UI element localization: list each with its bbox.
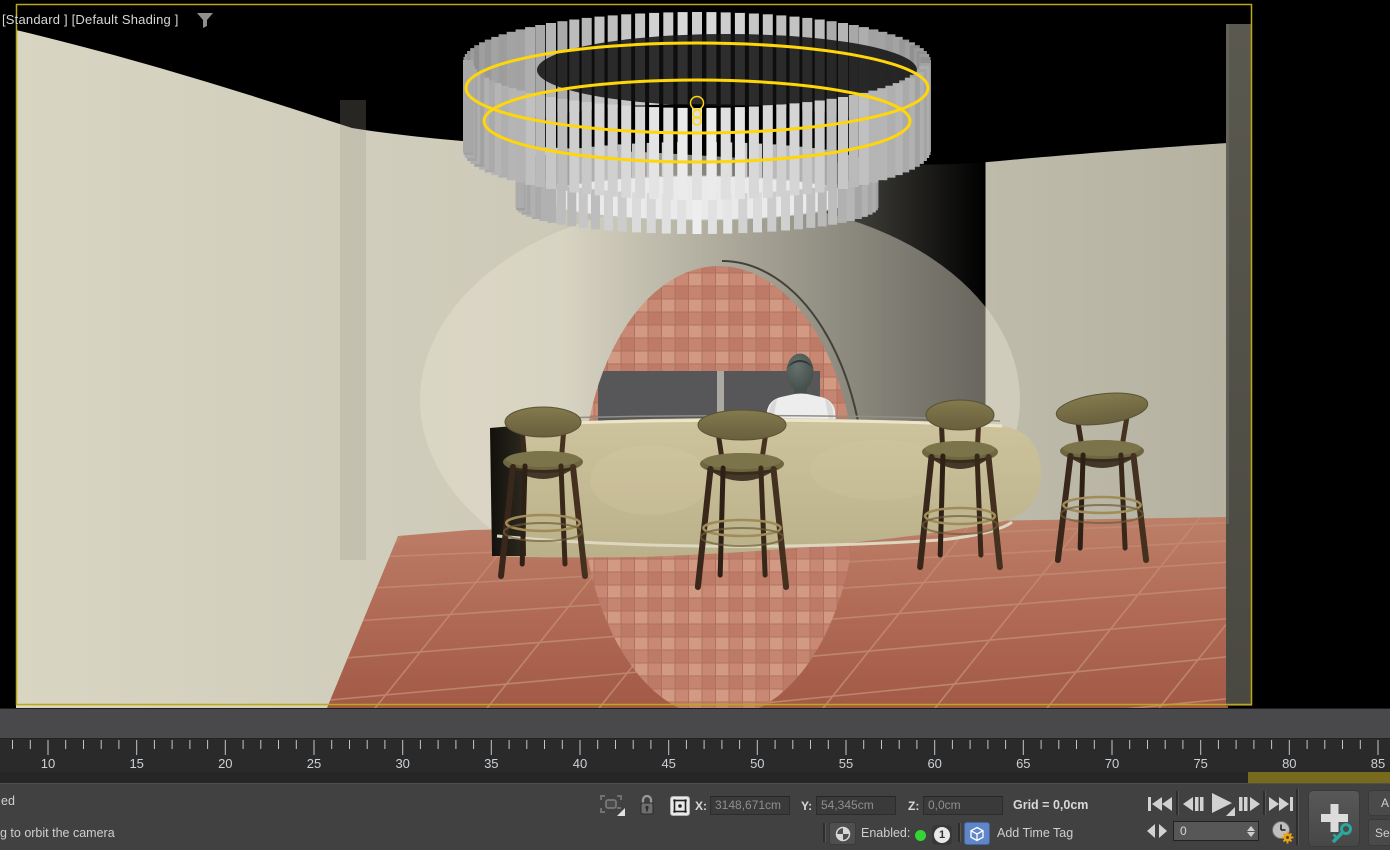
set-key-button[interactable]: Se [1368,819,1390,846]
enabled-label: Enabled: [861,826,910,840]
y-coordinate-label: Y: [801,799,812,813]
separator [1176,791,1179,815]
cube-icon [969,826,985,842]
svg-text:60: 60 [927,756,941,771]
play-button[interactable] [1206,790,1238,818]
enabled-shield-button[interactable] [829,822,856,845]
enabled-status-dot [915,830,926,841]
svg-text:35: 35 [484,756,498,771]
separator [823,823,826,842]
time-configuration-button[interactable] [1270,820,1295,844]
y-coordinate-field[interactable]: 54,345cm [816,796,896,815]
viewport-label: [Standard ] [Default Shading ] [2,12,179,27]
application-window: [Standard ] [Default Shading ] 101520253… [0,0,1390,850]
frame-spinner-arrows[interactable] [1244,822,1258,840]
prompt-line: g to orbit the camera [0,826,115,840]
viewport-label-shading[interactable]: [Default Shading ] [72,12,179,27]
svg-text:75: 75 [1193,756,1207,771]
set-keys-button[interactable] [1308,790,1360,847]
spin-down-icon[interactable] [1247,832,1255,837]
x-coordinate-label: X: [695,799,707,813]
separator [1296,789,1299,845]
current-frame-value[interactable]: 0 [1174,824,1244,838]
enabled-shield-icon [835,826,851,842]
track-bar[interactable] [0,772,1390,783]
scene-chandelier [463,12,931,234]
isolate-selection-icon[interactable] [600,795,626,817]
funnel-icon[interactable] [196,12,214,30]
svg-text:20: 20 [218,756,232,771]
separator [958,823,961,842]
current-frame-spinner[interactable]: 0 [1173,821,1259,841]
svg-text:50: 50 [750,756,764,771]
set-key-label: Se [1375,826,1390,840]
time-slider-band[interactable] [0,708,1390,739]
auto-key-label: A [1381,796,1389,810]
x-coordinate-field[interactable]: 3148,671cm [710,796,790,815]
timeline-range-strip [1248,772,1390,783]
absolute-mode-icon[interactable] [670,796,690,816]
count-badge[interactable]: 1 [932,825,952,845]
go-to-start-button[interactable] [1146,792,1174,816]
svg-text:30: 30 [395,756,409,771]
time-tag-cube-button[interactable] [964,822,990,845]
timeline-ruler[interactable]: 10 15 20 25 30 35 40 45 50 55 60 65 70 75 80 85 [0,739,1390,772]
svg-text:15: 15 [129,756,143,771]
viewport-label-standard[interactable]: [Standard ] [2,12,68,27]
svg-text:40: 40 [573,756,587,771]
svg-text:85: 85 [1371,756,1385,771]
status-message-line1: ed [1,794,15,808]
grid-size-readout: Grid = 0,0cm [1013,798,1088,812]
next-frame-button[interactable] [1238,792,1262,816]
status-bar: ed g to orbit the camera X: 3148,671cm Y… [0,783,1390,850]
go-to-end-button[interactable] [1267,792,1295,816]
svg-text:70: 70 [1105,756,1119,771]
count-badge-value: 1 [934,827,950,843]
previous-frame-button[interactable] [1181,792,1205,816]
svg-text:80: 80 [1282,756,1296,771]
scene-wall-edge [1226,24,1252,706]
svg-text:45: 45 [661,756,675,771]
add-time-tag-label[interactable]: Add Time Tag [997,826,1073,840]
z-coordinate-label: Z: [908,799,919,813]
svg-text:55: 55 [839,756,853,771]
z-coordinate-field[interactable]: 0,0cm [923,796,1003,815]
spin-up-icon[interactable] [1247,826,1255,831]
viewport-canvas[interactable] [0,0,1390,708]
key-mode-toggle-button[interactable] [1146,823,1170,839]
selection-lock-icon[interactable] [638,794,656,816]
separator [1263,791,1266,815]
svg-text:10: 10 [41,756,55,771]
svg-text:25: 25 [307,756,321,771]
auto-key-button[interactable]: A [1368,790,1390,816]
svg-text:65: 65 [1016,756,1030,771]
